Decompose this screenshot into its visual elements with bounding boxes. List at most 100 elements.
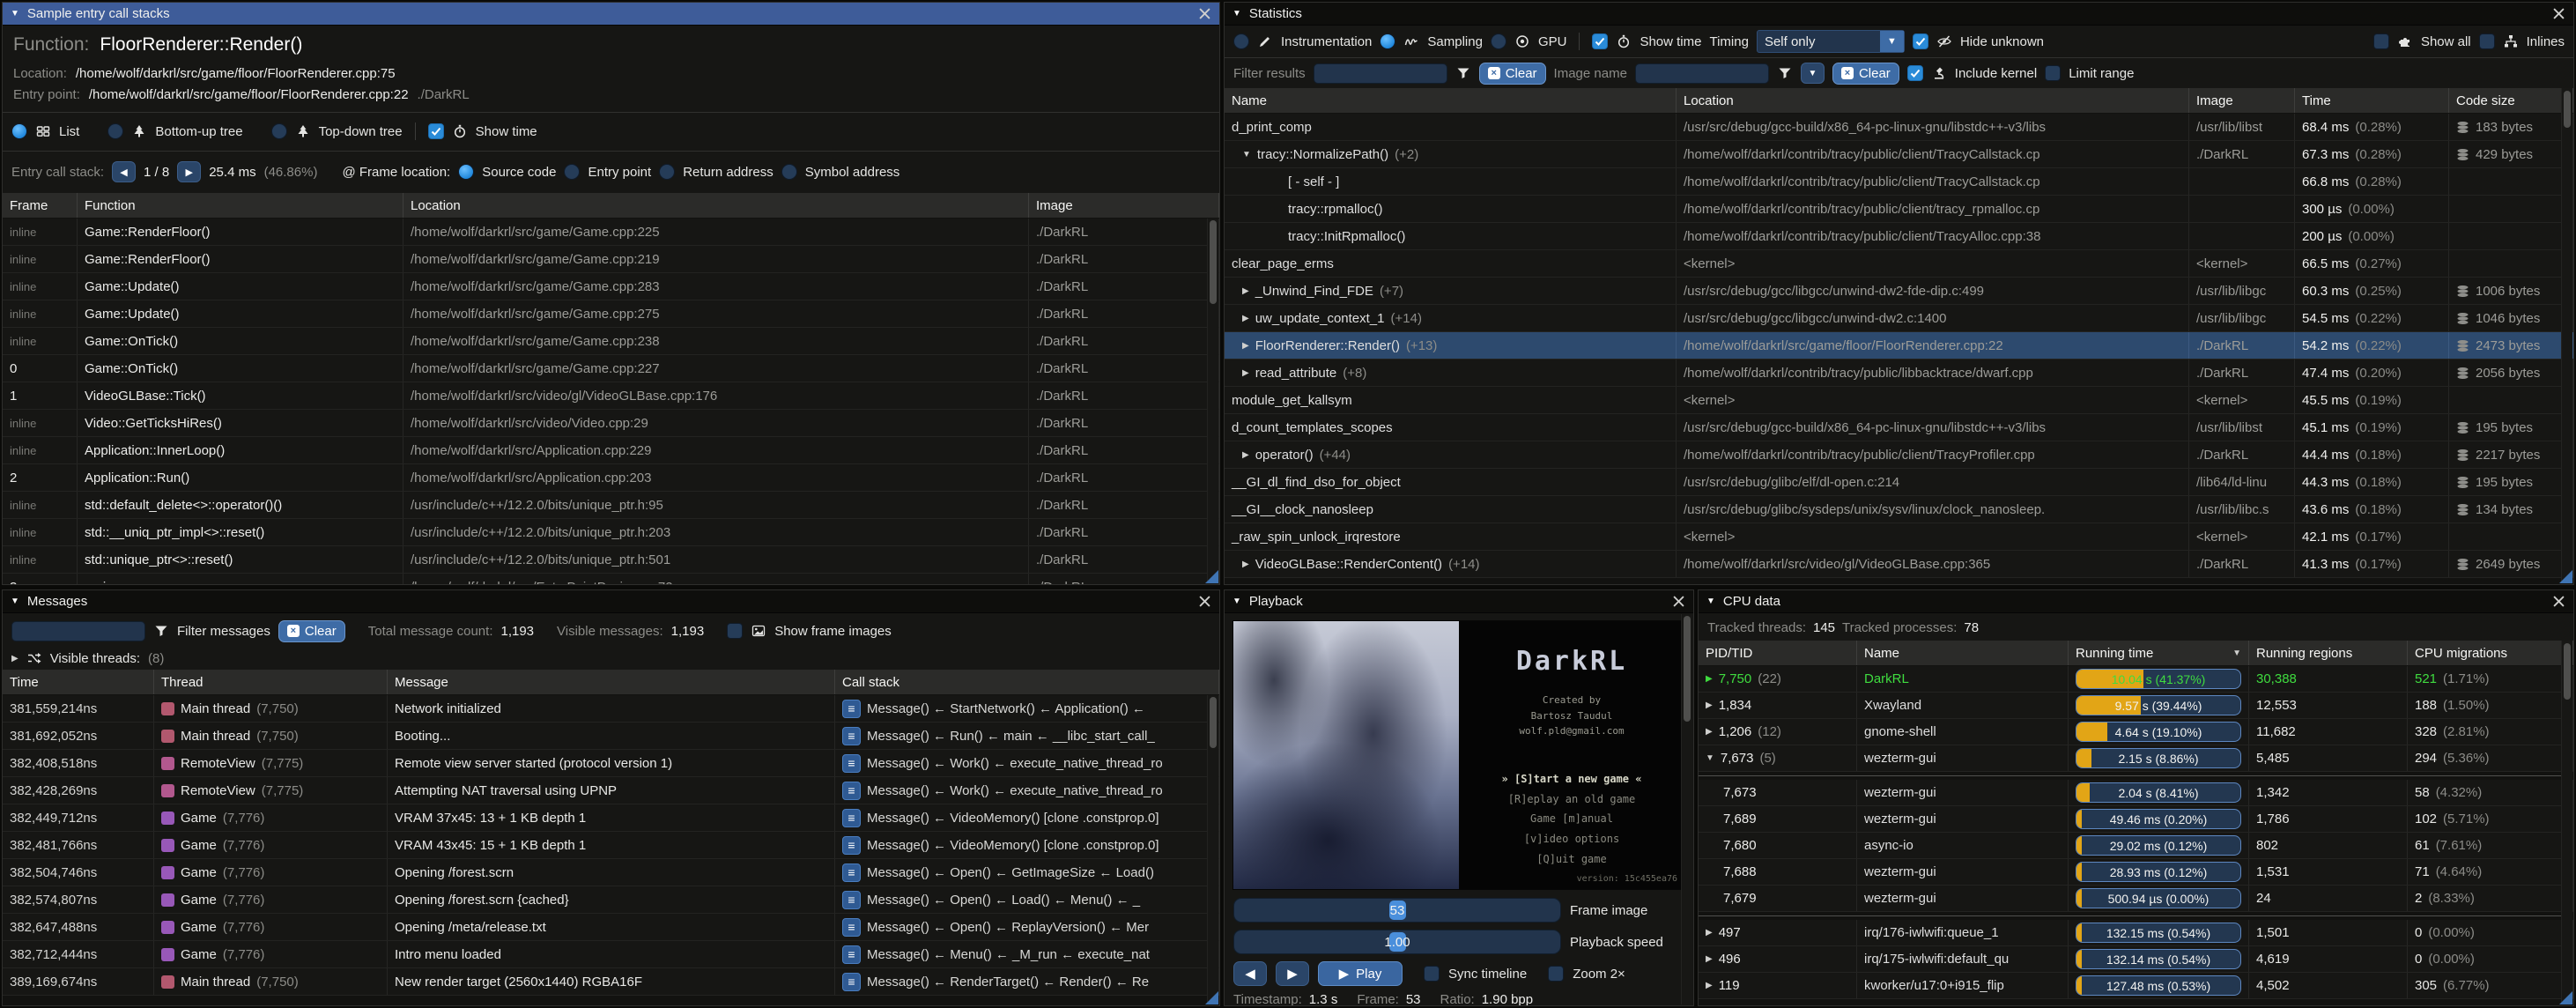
frame-table-row[interactable]: inline Video::GetTicksHiRes() /home/wolf… [3,410,1219,437]
expand-icon[interactable]: ▶ [1242,341,1249,351]
resize-grip[interactable] [1205,570,1218,583]
include-kernel-checkbox[interactable] [1907,65,1923,81]
show-all-checkbox[interactable] [2373,33,2389,49]
show-frame-images-label[interactable]: Show frame images [774,624,892,639]
expand-icon[interactable]: ▶ [11,654,19,663]
frame-table-row[interactable]: inline Game::RenderFloor() /home/wolf/da… [3,246,1219,273]
cpu-table-row[interactable]: 7,673 wezterm-gui 2.04 s (8.41%) 1,342 5… [1699,780,2573,806]
col-running-time[interactable]: Running time▼ [2069,641,2249,665]
expand-icon[interactable]: ▶ [1242,314,1249,323]
expand-icon[interactable]: ▶ [1242,286,1249,296]
entry-point-option-label[interactable]: Entry point [588,165,651,180]
cpu-table-row[interactable]: 7,680 async-io 29.02 ms (0.12%) 802 61(7… [1699,833,2573,859]
resize-grip[interactable] [1205,991,1218,1004]
return-address-label[interactable]: Return address [683,165,774,180]
statistics-table-row[interactable]: ▶ read_attribute (+8) /home/wolf/darkrl/… [1225,359,2573,387]
inlines-label[interactable]: Inlines [2527,34,2565,49]
cpu-table-row[interactable]: ▶ 119 kworker/u17:0+i915_flip 127.48 ms … [1699,973,2573,999]
next-stack-button[interactable]: ▶ [177,161,201,182]
show-time-checkbox[interactable] [428,123,444,139]
expand-icon[interactable]: ▶ [1706,727,1713,737]
frames-scrollbar[interactable] [1207,219,1218,583]
cpu-table-row[interactable]: ▶ 497 irq/176-iwlwifi:queue_1 132.15 ms … [1699,920,2573,946]
frame-table-row[interactable]: 3 main /home/wolf/darkrl/src/EntryPointP… [3,574,1219,584]
list-view-label[interactable]: List [59,124,79,139]
chevron-down-icon[interactable]: ▼ [1880,31,1904,52]
cpu-table-row[interactable]: 7,689 wezterm-gui 49.46 ms (0.20%) 1,786… [1699,806,2573,833]
col-location[interactable]: Location [1677,88,2189,113]
statistics-table-row[interactable]: [ - self - ] /home/wolf/darkrl/contrib/t… [1225,168,2573,196]
collapse-icon[interactable]: ▼ [11,597,19,606]
col-name[interactable]: Name [1225,88,1677,113]
statistics-table-row[interactable]: ▶ uw_update_context_1 (+14) /usr/src/deb… [1225,305,2573,332]
frame-table-row[interactable]: inline std::__uniq_ptr_impl<>::reset() /… [3,519,1219,546]
statistics-table-row[interactable]: ▶ _Unwind_Find_FDE (+7) /usr/src/debug/g… [1225,278,2573,305]
expand-icon[interactable]: ▶ [1706,954,1713,964]
sync-timeline-checkbox[interactable] [1424,966,1440,982]
frame-table-row[interactable]: inline Game::Update() /home/wolf/darkrl/… [3,273,1219,300]
col-pid-tid[interactable]: PID/TID [1699,641,1857,665]
message-row[interactable]: 381,559,214ns Main thread (7,750) Networ… [3,695,1219,723]
show-all-label[interactable]: Show all [2421,34,2471,49]
callstack-icon[interactable]: ≡ [842,782,861,800]
frame-table-row[interactable]: inline Game::Update() /home/wolf/darkrl/… [3,300,1219,328]
filter-messages-label[interactable]: Filter messages [177,624,270,639]
callstack-icon[interactable]: ≡ [842,727,861,745]
radio-bottom-up-tree[interactable] [107,123,123,139]
message-row[interactable]: 381,692,052ns Main thread (7,750) Bootin… [3,723,1219,750]
frame-table-row[interactable]: inline std::default_delete<>::operator()… [3,492,1219,519]
close-icon[interactable] [2552,595,2565,608]
statistics-table-row[interactable]: ▶ operator() (+44) /home/wolf/darkrl/con… [1225,441,2573,469]
statistics-table-row[interactable]: _raw_spin_unlock_irqrestore <kernel> <ke… [1225,523,2573,551]
expand-icon[interactable]: ▶ [1706,928,1713,938]
frame-table-row[interactable]: 2 Application::Run() /home/wolf/darkrl/s… [3,464,1219,492]
close-icon[interactable] [2552,7,2565,20]
instrumentation-label[interactable]: Instrumentation [1281,34,1372,49]
statistics-table-row[interactable]: module_get_kallsym <kernel> <kernel> 45.… [1225,387,2573,414]
funnel-icon[interactable] [1777,65,1793,81]
radio-gpu[interactable] [1491,33,1506,49]
sampling-label[interactable]: Sampling [1427,34,1483,49]
message-row[interactable]: 389,169,674ns Main thread (7,750) New re… [3,968,1219,996]
radio-sampling[interactable] [1380,33,1395,49]
callstack-icon[interactable]: ≡ [842,700,861,718]
frame-table-row[interactable]: inline Game::RenderFloor() /home/wolf/da… [3,219,1219,246]
callstack-icon[interactable]: ≡ [842,973,861,991]
clear-messages-button[interactable]: ×Clear [278,620,345,642]
expand-icon[interactable]: ▶ [1242,560,1249,569]
radio-source-code[interactable] [458,164,474,180]
playback-speed-slider[interactable]: 1.00 [1233,930,1561,954]
frame-table-row[interactable]: inline Game::OnTick() /home/wolf/darkrl/… [3,328,1219,355]
next-frame-button[interactable]: ▶ [1276,961,1309,986]
hide-unknown-checkbox[interactable] [1913,33,1928,49]
funnel-icon[interactable] [1455,65,1471,81]
cpu-table-row[interactable]: 7,688 wezterm-gui 28.93 ms (0.12%) 1,531… [1699,859,2573,886]
callstack-icon[interactable]: ≡ [842,754,861,773]
frame-table-row[interactable]: 1 VideoGLBase::Tick() /home/wolf/darkrl/… [3,382,1219,410]
col-cpu-migrations[interactable]: CPU migrations [2408,641,2573,665]
message-row[interactable]: 382,647,488ns Game (7,776) Opening /meta… [3,914,1219,941]
col-code-size[interactable]: Code size [2449,88,2573,113]
expand-icon[interactable]: ▼ [1706,753,1714,763]
cpu-table-row[interactable] [1699,912,2573,920]
collapse-icon[interactable]: ▼ [1232,597,1241,606]
limit-range-label[interactable]: Limit range [2069,66,2134,81]
statistics-scrollbar[interactable] [2561,88,2572,583]
frame-table-row[interactable]: inline Application::InnerLoop() /home/wo… [3,437,1219,464]
prev-frame-button[interactable]: ◀ [1233,961,1267,986]
symbol-address-label[interactable]: Symbol address [805,165,900,180]
cpu-table-row[interactable] [1699,772,2573,780]
callstack-icon[interactable]: ≡ [842,945,861,964]
timing-dropdown[interactable]: Self only ▼ [1757,30,1905,53]
callstack-icon[interactable]: ≡ [842,891,861,909]
cpu-table-row[interactable]: ▶ 1,206 (12) gnome-shell 4.64 s (19.10%)… [1699,719,2573,745]
callstack-icon[interactable]: ≡ [842,863,861,882]
close-icon[interactable] [1198,7,1211,20]
statistics-table-row[interactable]: ▶ VideoGLBase::RenderContent() (+14) /ho… [1225,551,2573,578]
message-row[interactable]: 382,574,807ns Game (7,776) Opening /fore… [3,886,1219,914]
source-code-label[interactable]: Source code [482,165,556,180]
inlines-checkbox[interactable] [2479,33,2495,49]
message-row[interactable]: 382,712,444ns Game (7,776) Intro menu lo… [3,941,1219,968]
radio-list-view[interactable] [11,123,27,139]
message-row[interactable]: 382,449,712ns Game (7,776) VRAM 37x45: 1… [3,804,1219,832]
